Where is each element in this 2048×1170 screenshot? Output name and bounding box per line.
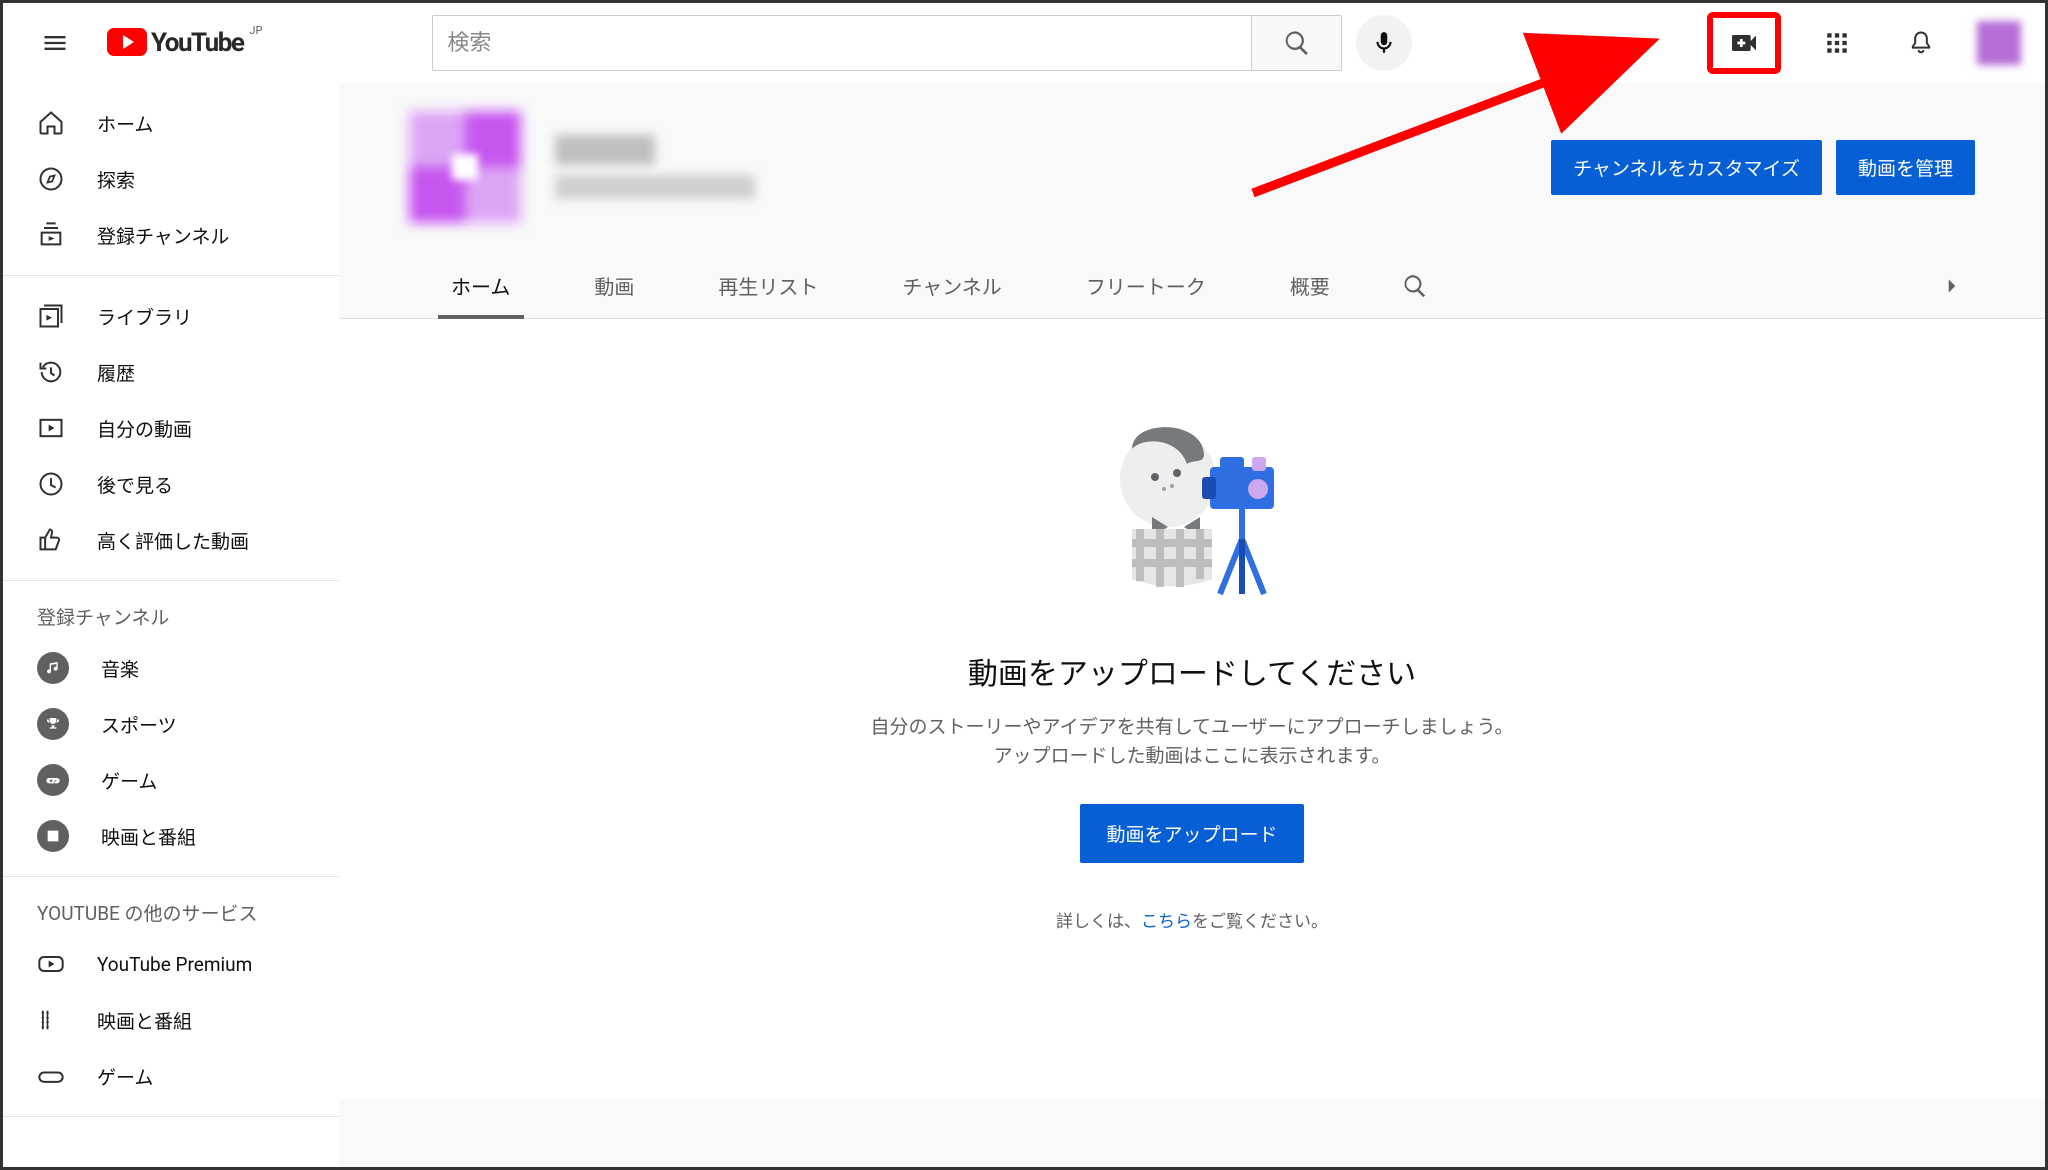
sidebar-item-history[interactable]: 履歴 [3, 344, 339, 400]
thumbs-up-icon [37, 526, 65, 554]
hamburger-icon [41, 29, 69, 57]
logo-country: JP [249, 24, 262, 37]
sidebar-item-label: 映画と番組 [97, 1007, 192, 1034]
empty-state: 動画をアップロードしてください 自分のストーリーやアイデアを共有してユーザーにア… [339, 319, 2045, 1099]
play-logo-icon [107, 28, 147, 56]
empty-more-post: をご覧ください。 [1192, 912, 1328, 932]
voice-search-button[interactable] [1356, 15, 1412, 71]
music-icon [37, 652, 69, 684]
sidebar-item-music[interactable]: 音楽 [3, 640, 339, 696]
film-icon [37, 820, 69, 852]
bell-icon [1907, 29, 1935, 57]
upload-video-button[interactable]: 動画をアップロード [1080, 804, 1303, 863]
logo-text: YouTube [151, 28, 243, 58]
empty-more-pre: 詳しくは、 [1056, 912, 1141, 932]
channel-meta-redacted [555, 175, 755, 199]
sidebar-item-movies[interactable]: 映画と番組 [3, 808, 339, 864]
gamepad-icon [37, 764, 69, 796]
youtube-icon [37, 950, 65, 978]
search-icon [1283, 29, 1311, 57]
chevron-right-icon [1939, 273, 1965, 299]
sidebar-item-label: 探索 [97, 166, 135, 193]
sidebar-item-label: 高く評価した動画 [97, 527, 249, 554]
explore-icon [37, 165, 65, 193]
tab-about[interactable]: 概要 [1248, 253, 1372, 318]
tab-channels[interactable]: チャンネル [860, 253, 1043, 318]
sidebar-item-label: 映画と番組 [101, 823, 196, 850]
empty-more-text: 詳しくは、こちらをご覧ください。 [339, 907, 2045, 932]
main-content: チャンネルをカスタマイズ 動画を管理 ホーム 動画 再生リスト チャンネル フリ… [339, 83, 2045, 1167]
tab-videos[interactable]: 動画 [552, 253, 676, 318]
sidebar: ホーム 探索 登録チャンネル ライブラリ 履歴 自分の動画 [3, 83, 339, 1167]
apps-button[interactable] [1809, 15, 1865, 71]
gamepad-outline-icon [37, 1062, 65, 1090]
sidebar-heading-more: YOUTUBE の他のサービス [3, 889, 339, 936]
sidebar-item-label: YouTube Premium [97, 953, 252, 976]
apps-grid-icon [1824, 30, 1850, 56]
tab-playlists[interactable]: 再生リスト [676, 253, 860, 318]
search-button[interactable] [1252, 15, 1342, 71]
search-icon [1402, 273, 1428, 299]
menu-button[interactable] [27, 15, 83, 71]
sidebar-item-library[interactable]: ライブラリ [3, 288, 339, 344]
manage-videos-button[interactable]: 動画を管理 [1836, 140, 1975, 195]
library-icon [37, 302, 65, 330]
your-videos-icon [37, 414, 65, 442]
youtube-logo[interactable]: YouTube JP [107, 28, 262, 58]
notifications-button[interactable] [1893, 15, 1949, 71]
empty-desc-line: 自分のストーリーやアイデアを共有してユーザーにアプローチしましょう。 [339, 713, 2045, 742]
customize-channel-button[interactable]: チャンネルをカスタマイズ [1551, 140, 1822, 195]
callout-highlight-box [1707, 12, 1781, 74]
search-input[interactable] [447, 31, 1237, 56]
tab-community[interactable]: フリートーク [1044, 253, 1248, 318]
sidebar-item-label: 音楽 [101, 655, 139, 682]
channel-avatar[interactable] [409, 111, 521, 223]
sidebar-item-label: スポーツ [101, 711, 177, 738]
tabs-scroll-right[interactable] [1929, 255, 1975, 317]
sidebar-item-label: ゲーム [97, 1063, 153, 1090]
sidebar-item-your-videos[interactable]: 自分の動画 [3, 400, 339, 456]
empty-title: 動画をアップロードしてください [339, 649, 2045, 693]
channel-header: チャンネルをカスタマイズ 動画を管理 [339, 83, 2045, 235]
home-icon [37, 109, 65, 137]
sidebar-item-gaming[interactable]: ゲーム [3, 752, 339, 808]
subscriptions-icon [37, 221, 65, 249]
empty-desc-line: アップロードした動画はここに表示されます。 [339, 742, 2045, 771]
clapper-icon [37, 1006, 65, 1034]
tab-home[interactable]: ホーム [409, 253, 552, 318]
sidebar-item-sports[interactable]: スポーツ [3, 696, 339, 752]
sidebar-heading-subscriptions: 登録チャンネル [3, 593, 339, 640]
sidebar-item-label: 履歴 [97, 359, 135, 386]
sidebar-item-label: ライブラリ [97, 303, 192, 330]
trophy-icon [37, 708, 69, 740]
tab-search-button[interactable] [1392, 255, 1438, 317]
avatar-button[interactable] [1977, 21, 2021, 65]
channel-name-redacted [555, 135, 655, 165]
sidebar-item-label: ホーム [97, 110, 153, 137]
sidebar-item-liked-videos[interactable]: 高く評価した動画 [3, 512, 339, 568]
sidebar-item-subscriptions[interactable]: 登録チャンネル [3, 207, 339, 263]
create-button[interactable] [1723, 22, 1765, 64]
channel-tabs: ホーム 動画 再生リスト チャンネル フリートーク 概要 [339, 253, 2045, 319]
sidebar-item-label: 自分の動画 [97, 415, 192, 442]
sidebar-item-premium[interactable]: YouTube Premium [3, 936, 339, 992]
sidebar-item-home[interactable]: ホーム [3, 95, 339, 151]
learn-more-link[interactable]: こちら [1141, 912, 1192, 932]
sidebar-item-label: 後で見る [97, 471, 173, 498]
sidebar-item-watch-later[interactable]: 後で見る [3, 456, 339, 512]
microphone-icon [1371, 30, 1397, 56]
watch-later-icon [37, 470, 65, 498]
search-box[interactable] [432, 15, 1252, 71]
sidebar-item-label: ゲーム [101, 767, 157, 794]
sidebar-item-label: 登録チャンネル [97, 222, 229, 249]
sidebar-item-explore[interactable]: 探索 [3, 151, 339, 207]
history-icon [37, 358, 65, 386]
sidebar-item-movies-shows[interactable]: 映画と番組 [3, 992, 339, 1048]
create-video-icon [1728, 27, 1760, 59]
sidebar-item-gaming-2[interactable]: ゲーム [3, 1048, 339, 1104]
empty-illustration [1082, 409, 1302, 609]
